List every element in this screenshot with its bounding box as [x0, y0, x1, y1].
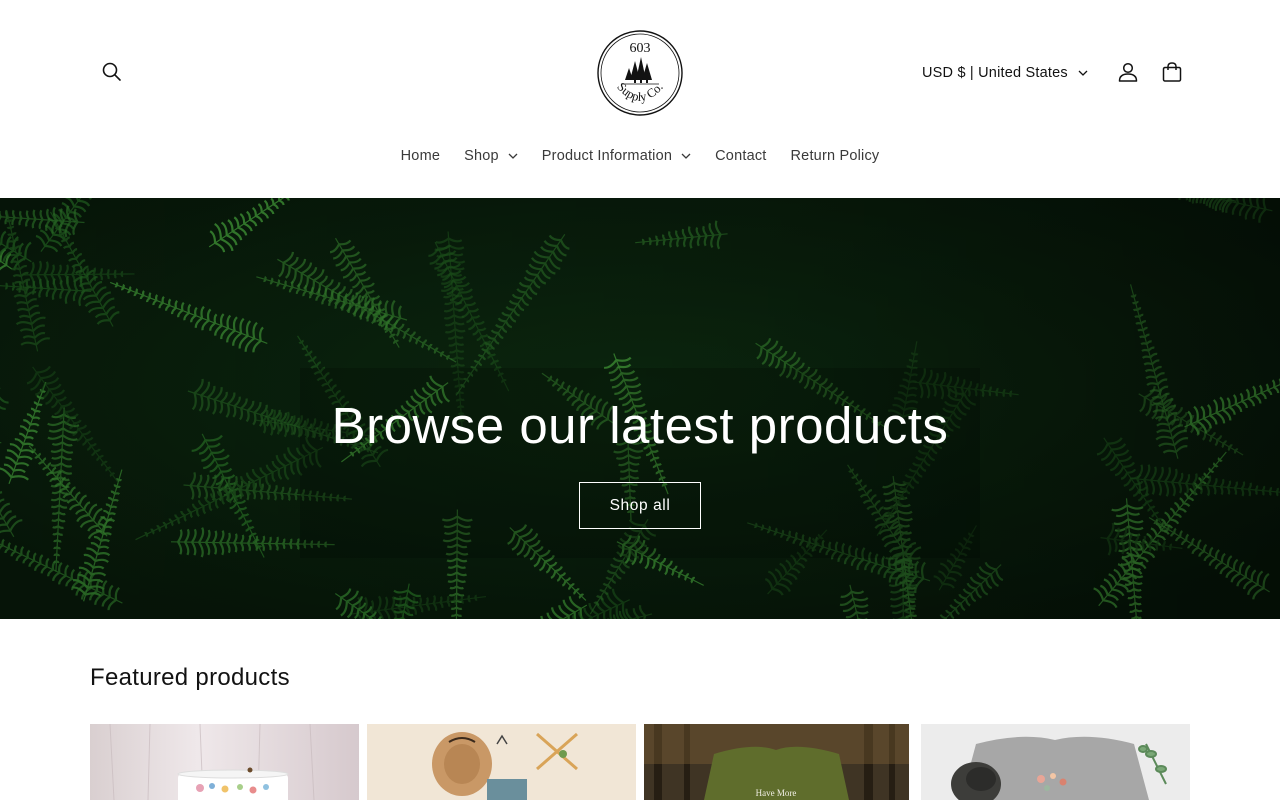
nav-item-product-information[interactable]: Product Information: [530, 144, 703, 168]
product-image-grey-shirt: [921, 724, 1190, 800]
cart-button[interactable]: [1152, 52, 1192, 92]
site-header: 603 Supply Co. USD $ | United States Hom…: [0, 0, 1280, 198]
nav-item-home[interactable]: Home: [389, 144, 452, 168]
currency-label: USD $ | United States: [922, 65, 1068, 81]
product-card-mug[interactable]: [90, 724, 359, 800]
hero-banner: Browse our latest products Shop all: [0, 198, 1280, 619]
hero-title: Browse our latest products: [331, 397, 949, 454]
product-card-green-shirt[interactable]: Have More: [644, 724, 909, 800]
nav-item-shop[interactable]: Shop: [452, 144, 530, 168]
nav-item-label: Home: [400, 148, 441, 164]
nav-item-return-policy[interactable]: Return Policy: [779, 144, 892, 168]
account-icon: [1118, 62, 1138, 82]
chevron-down-icon: [681, 153, 691, 159]
chevron-down-icon: [1078, 70, 1088, 76]
site-logo[interactable]: 603 Supply Co.: [594, 28, 686, 118]
product-image-shirt-hat: [367, 724, 636, 800]
product-image-mug: [109, 724, 315, 800]
nav-item-label: Shop: [464, 148, 499, 164]
featured-products-heading: Featured products: [90, 664, 290, 691]
nav-item-label: Contact: [715, 148, 767, 164]
nav-item-contact[interactable]: Contact: [703, 144, 778, 168]
search-icon: [102, 62, 121, 81]
shop-all-label: Shop all: [609, 496, 671, 514]
account-button[interactable]: [1108, 52, 1148, 92]
shirt-print-text: Have More: [756, 788, 797, 798]
logo-number: 603: [630, 41, 651, 56]
nav-item-label: Product Information: [541, 148, 673, 164]
cart-icon: [1162, 62, 1182, 82]
main-navigation: Home Shop Product Information Contact Re…: [0, 144, 1280, 168]
product-card-grey-shirt[interactable]: [921, 724, 1190, 800]
nav-item-label: Return Policy: [790, 148, 880, 164]
product-image-green-shirt: Have More: [644, 724, 909, 800]
currency-selector[interactable]: USD $ | United States: [922, 60, 1088, 86]
search-button[interactable]: [92, 52, 132, 92]
product-card-shirt-hat[interactable]: [367, 724, 636, 800]
chevron-down-icon: [508, 153, 518, 159]
shop-all-button[interactable]: Shop all: [579, 482, 701, 529]
